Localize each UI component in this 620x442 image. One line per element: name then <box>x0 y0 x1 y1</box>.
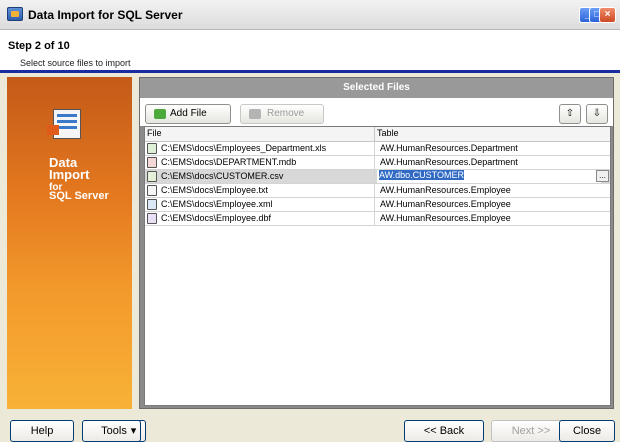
grid-header: File Table <box>145 127 610 142</box>
row-table-editor[interactable]: AW.dbo.CUSTOMER <box>377 170 601 183</box>
step-label: Step 2 of 10 <box>8 40 70 52</box>
tools-dropdown-button[interactable]: ▾ <box>127 420 141 442</box>
access-file-icon <box>147 157 157 168</box>
xml-file-icon <box>147 199 157 210</box>
table-row[interactable]: C:\EMS\docs\DEPARTMENT.mdb AW.HumanResou… <box>145 156 610 170</box>
step-subtitle: Select source files to import <box>20 58 131 68</box>
row-table: AW.HumanResources.Employee <box>380 185 511 195</box>
back-button[interactable]: << Back <box>404 420 484 442</box>
csv-file-icon <box>147 171 157 182</box>
row-table: AW.HumanResources.Employee <box>380 199 511 209</box>
row-file: C:\EMS\docs\Employee.dbf <box>161 213 272 223</box>
help-button[interactable]: Help <box>10 420 74 442</box>
arrow-down-icon: ⇩ <box>592 108 602 119</box>
move-down-button[interactable]: ⇩ <box>586 104 608 124</box>
cell-divider <box>374 170 375 184</box>
row-file: C:\EMS\docs\Employees_Department.xls <box>161 143 327 153</box>
row-file: C:\EMS\docs\Employee.txt <box>161 185 269 195</box>
row-table: AW.HumanResources.Employee <box>380 213 511 223</box>
close-button[interactable]: Close <box>559 420 615 442</box>
table-row[interactable]: C:\EMS\docs\Employee.xml AW.HumanResourc… <box>145 198 610 212</box>
remove-file-button[interactable]: Remove File <box>240 104 324 137</box>
import-arrow-icon <box>47 125 59 135</box>
close-window-button[interactable]: × <box>599 7 616 23</box>
row-table: AW.dbo.CUSTOMER <box>379 170 465 180</box>
table-row[interactable]: C:\EMS\docs\Employees_Department.xls AW.… <box>145 142 610 156</box>
excel-file-icon <box>147 143 157 154</box>
text-file-icon <box>147 185 157 196</box>
column-divider <box>374 127 375 142</box>
app-icon <box>7 7 23 21</box>
product-side-panel: Data Import for SQL Server <box>7 77 132 409</box>
table-row[interactable]: C:\EMS\docs\CUSTOMER.csv AW.dbo.CUSTOMER… <box>145 170 610 184</box>
file-toolbar: Add File Remove File ⇧ ⇩ <box>140 98 613 137</box>
row-file: C:\EMS\docs\Employee.xml <box>161 199 273 209</box>
cell-divider <box>374 212 375 226</box>
add-file-icon <box>154 109 166 119</box>
table-row[interactable]: C:\EMS\docs\Employee.txt AW.HumanResourc… <box>145 184 610 198</box>
row-file: C:\EMS\docs\DEPARTMENT.mdb <box>161 157 297 167</box>
selected-files-panel: Selected Files Add File Remove File ⇧ ⇩ … <box>139 77 614 409</box>
remove-file-icon <box>249 109 261 119</box>
title-bar: Data Import for SQL Server _ □ × <box>0 0 620 30</box>
header-divider <box>0 70 620 73</box>
dbf-file-icon <box>147 213 157 224</box>
row-file: C:\EMS\docs\CUSTOMER.csv <box>161 171 284 181</box>
add-file-button[interactable]: Add File <box>145 104 231 124</box>
cell-divider <box>374 156 375 170</box>
row-table: AW.HumanResources.Department <box>380 143 518 153</box>
cell-divider <box>374 198 375 212</box>
add-file-label: Add File <box>170 108 207 119</box>
cell-divider <box>374 184 375 198</box>
column-header-file[interactable]: File <box>147 128 162 138</box>
column-header-table[interactable]: Table <box>377 128 399 138</box>
panel-title: Selected Files <box>140 78 613 98</box>
files-grid[interactable]: File Table C:\EMS\docs\Employees_Departm… <box>144 126 611 406</box>
product-title-line2: Import <box>49 167 90 182</box>
arrow-up-icon: ⇧ <box>565 108 575 119</box>
product-title-line4: SQL Server <box>49 190 109 202</box>
cell-divider <box>374 142 375 156</box>
wizard-footer: Help Tools ▾ << Back Next >> Close <box>0 412 620 442</box>
move-up-button[interactable]: ⇧ <box>559 104 581 124</box>
table-row[interactable]: C:\EMS\docs\Employee.dbf AW.HumanResourc… <box>145 212 610 226</box>
wizard-header: Step 2 of 10 Select source files to impo… <box>0 30 620 70</box>
browse-table-button[interactable]: ... <box>596 170 609 182</box>
row-table: AW.HumanResources.Department <box>380 157 518 167</box>
window-title: Data Import for SQL Server <box>28 8 183 22</box>
